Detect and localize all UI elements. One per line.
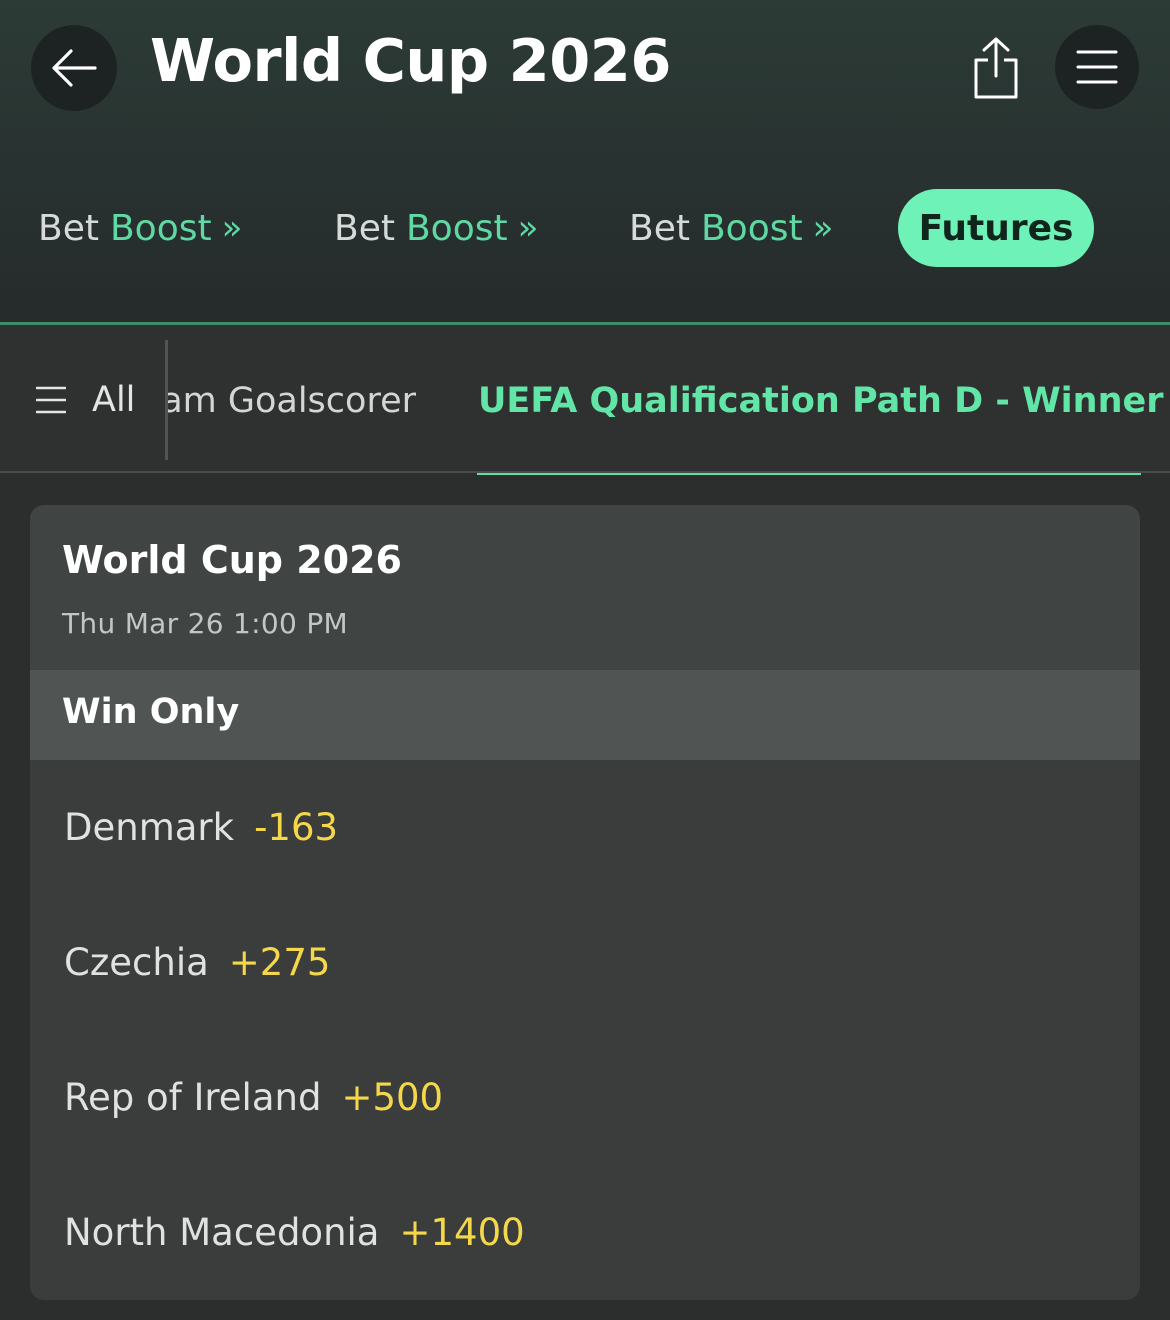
selection-north-macedonia[interactable]: North Macedonia +1400 (30, 1165, 1140, 1300)
event-header: World Cup 2026 Thu Mar 26 1:00 PM (30, 505, 1140, 670)
event-title: World Cup 2026 (62, 538, 402, 582)
all-markets-label: All (92, 380, 136, 420)
tab-label-bet: Bet (334, 207, 395, 249)
hamburger-menu-icon (1076, 50, 1118, 84)
menu-button[interactable] (1055, 25, 1139, 109)
selection-name: Rep of Ireland (64, 1076, 322, 1119)
double-chevron-icon: » (812, 208, 834, 248)
event-card: World Cup 2026 Thu Mar 26 1:00 PM Win On… (30, 505, 1140, 1300)
back-button[interactable] (31, 25, 117, 111)
double-chevron-icon: » (221, 208, 243, 248)
tab-bet-boost-1[interactable]: Bet Boost » (38, 200, 242, 256)
double-chevron-icon: » (517, 208, 539, 248)
tab-label-boost: Boost (405, 207, 508, 249)
arrow-left-icon (52, 49, 97, 87)
selection-odds: -163 (254, 806, 339, 849)
selection-list: Denmark -163 Czechia +275 Rep of Ireland… (30, 760, 1140, 1300)
tab-bet-boost-2[interactable]: Bet Boost » (334, 200, 538, 256)
market-tabs-bar: All am Goalscorer UEFA Qualification Pat… (0, 325, 1170, 472)
tab-label-bet: Bet (38, 207, 99, 249)
page-title: World Cup 2026 (150, 26, 671, 95)
share-button[interactable] (962, 32, 1030, 104)
event-datetime: Thu Mar 26 1:00 PM (62, 607, 348, 640)
tab-uefa-path-d-winner[interactable]: UEFA Qualification Path D - Winner (478, 375, 1164, 427)
tab-label-bet: Bet (629, 207, 690, 249)
tab-futures[interactable]: Futures (898, 189, 1094, 267)
tab-goalscorer-label: am Goalscorer (168, 381, 416, 421)
selection-odds: +1400 (399, 1211, 525, 1254)
selection-odds: +500 (341, 1076, 444, 1119)
selection-rep-of-ireland[interactable]: Rep of Ireland +500 (30, 1030, 1140, 1165)
share-icon (974, 37, 1018, 99)
selection-odds: +275 (228, 941, 331, 984)
all-markets-button[interactable]: All (36, 380, 135, 420)
selection-denmark[interactable]: Denmark -163 (30, 760, 1140, 895)
tab-label-boost: Boost (109, 207, 212, 249)
list-icon (36, 386, 66, 414)
selection-name: North Macedonia (64, 1211, 380, 1254)
selection-name: Czechia (64, 941, 209, 984)
selection-czechia[interactable]: Czechia +275 (30, 895, 1140, 1030)
app-header: World Cup 2026 Bet Boost » Bet Boost » B… (0, 0, 1170, 323)
tab-anytime-goalscorer[interactable]: am Goalscorer (168, 375, 428, 427)
selection-name: Denmark (64, 806, 235, 849)
tabs-divider (0, 471, 1170, 473)
market-header: Win Only (30, 670, 1140, 760)
tab-bet-boost-3[interactable]: Bet Boost » (629, 200, 833, 256)
tab-label-boost: Boost (700, 207, 803, 249)
market-label: Win Only (62, 692, 240, 732)
